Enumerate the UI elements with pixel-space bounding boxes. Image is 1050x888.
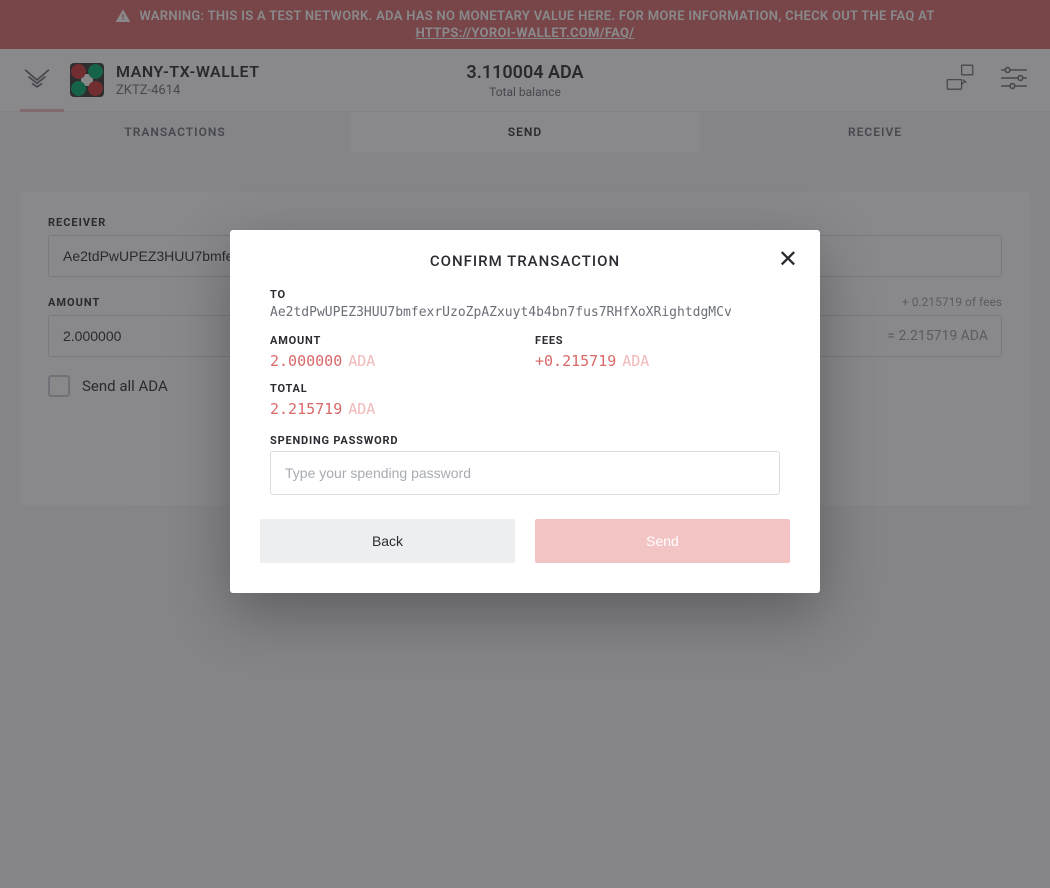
modal-total-suffix: ADA	[348, 400, 375, 418]
modal-amount-value: 2.000000	[270, 352, 342, 370]
to-address: Ae2tdPwUPEZ3HUU7bmfexrUzoZpAZxuyt4b4bn7f…	[270, 305, 780, 320]
to-label: TO	[270, 288, 780, 301]
close-icon[interactable]: ✕	[778, 248, 798, 272]
modal-title: CONFIRM TRANSACTION	[260, 252, 790, 270]
modal-fees-suffix: ADA	[622, 352, 649, 370]
modal-total-label: TOTAL	[270, 382, 780, 395]
spending-password-label: SPENDING PASSWORD	[270, 434, 780, 447]
modal-overlay: CONFIRM TRANSACTION ✕ TO Ae2tdPwUPEZ3HUU…	[0, 0, 1050, 888]
spending-password-input[interactable]	[270, 451, 780, 495]
modal-total-value: 2.215719	[270, 400, 342, 418]
confirm-transaction-modal: CONFIRM TRANSACTION ✕ TO Ae2tdPwUPEZ3HUU…	[230, 230, 820, 593]
back-button[interactable]: Back	[260, 519, 515, 563]
modal-amount-label: AMOUNT	[270, 334, 515, 347]
send-button[interactable]: Send	[535, 519, 790, 563]
modal-fees-label: FEES	[535, 334, 780, 347]
modal-amount-suffix: ADA	[348, 352, 375, 370]
modal-fees-value: +0.215719	[535, 352, 616, 370]
